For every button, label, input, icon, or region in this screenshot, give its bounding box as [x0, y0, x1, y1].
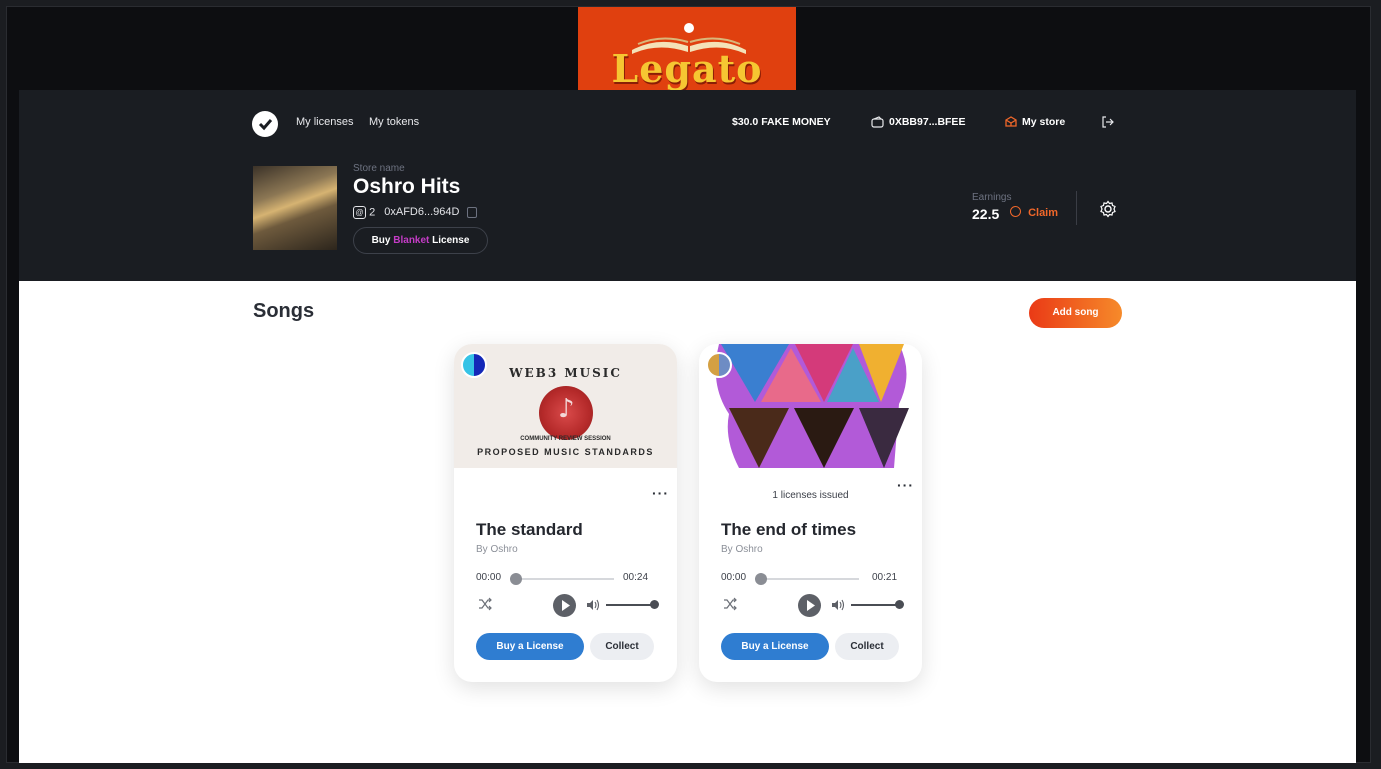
logout-icon[interactable] — [1101, 116, 1114, 128]
add-song-button[interactable]: Add song — [1029, 298, 1122, 328]
song-artist: By Oshro — [721, 544, 763, 555]
songs-heading: Songs — [253, 300, 315, 322]
header-divider — [1076, 191, 1077, 225]
music-note-icon: ♪ — [558, 394, 575, 424]
progress-knob[interactable] — [755, 573, 767, 585]
volume-icon[interactable] — [831, 598, 845, 612]
song-artist: By Oshro — [476, 544, 518, 555]
volume-knob[interactable] — [650, 600, 659, 609]
store-name-label: Store name — [353, 163, 405, 174]
settings-gear-icon[interactable] — [1099, 200, 1117, 218]
collect-button[interactable]: Collect — [590, 633, 654, 660]
progress-slider[interactable] — [755, 573, 859, 585]
buy-blanket-license-button[interactable]: Buy Blanket License — [353, 227, 488, 254]
art-caption: PROPOSED MUSIC STANDARDS — [477, 447, 654, 457]
volume-icon[interactable] — [586, 598, 600, 612]
wallet-icon — [871, 116, 884, 128]
earnings-label: Earnings — [972, 192, 1012, 203]
blanket-suffix: License — [432, 235, 470, 246]
play-button[interactable] — [553, 594, 576, 617]
songs-section — [19, 281, 1356, 763]
progress-knob[interactable] — [510, 573, 522, 585]
legato-logo-icon[interactable] — [252, 111, 278, 137]
song-count: 2 — [369, 206, 376, 219]
store-name: Oshro Hits — [353, 175, 461, 198]
play-icon — [562, 600, 570, 611]
volume-slider[interactable] — [851, 604, 899, 606]
licenses-issued-count: 1 licenses issued — [772, 490, 849, 501]
blanket-highlight: Blanket — [393, 235, 430, 246]
volume-slider[interactable] — [606, 604, 654, 606]
nav-my-store[interactable]: My store — [1022, 116, 1065, 128]
progress-slider[interactable] — [510, 573, 614, 585]
claim-icon — [1010, 206, 1021, 217]
art-subheading: COMMUNITY REVIEW SESSION — [520, 436, 611, 442]
shuffle-icon[interactable] — [723, 597, 737, 611]
copy-icon[interactable] — [466, 207, 477, 218]
nav-my-tokens[interactable]: My tokens — [369, 116, 419, 128]
song-card: ··· 1 licenses issued The end of times B… — [699, 344, 922, 682]
claim-label: Claim — [1028, 207, 1059, 219]
creator-avatar[interactable] — [706, 352, 732, 378]
balance-display: $30.0 FAKE MONEY — [732, 116, 831, 128]
play-button[interactable] — [798, 594, 821, 617]
brand-name: Legato — [611, 46, 763, 91]
play-icon — [807, 600, 815, 611]
song-artwork: ♪ WEB3 MUSIC COMMUNITY REVIEW SESSION PR… — [454, 344, 677, 468]
song-title: The standard — [476, 520, 583, 539]
song-card: ♪ WEB3 MUSIC COMMUNITY REVIEW SESSION PR… — [454, 344, 677, 682]
earnings-value: 22.5 — [972, 206, 1000, 222]
collect-button[interactable]: Collect — [835, 633, 899, 660]
time-elapsed: 00:00 — [476, 572, 502, 583]
more-options-icon[interactable]: ··· — [652, 485, 669, 501]
collage-artwork — [715, 344, 909, 468]
buy-license-button[interactable]: Buy a License — [476, 633, 584, 660]
volume-knob[interactable] — [895, 600, 904, 609]
token-icon: @ — [353, 206, 366, 219]
art-heading: WEB3 MUSIC — [509, 366, 622, 380]
store-address: 0xAFD6...964D — [384, 206, 460, 219]
claim-button[interactable]: Claim — [1010, 206, 1058, 219]
buy-license-button[interactable]: Buy a License — [721, 633, 829, 660]
time-elapsed: 00:00 — [721, 572, 747, 583]
wallet-address[interactable]: 0XBB97...BFEE — [889, 116, 965, 128]
store-cover-image — [253, 166, 337, 250]
song-title: The end of times — [721, 520, 857, 539]
time-total: 00:24 — [623, 572, 649, 583]
time-total: 00:21 — [872, 572, 898, 583]
shuffle-icon[interactable] — [478, 597, 492, 611]
store-icon — [1005, 116, 1017, 127]
store-meta: @ 2 0xAFD6...964D — [353, 206, 477, 219]
song-artwork — [699, 344, 922, 468]
creator-avatar[interactable] — [461, 352, 487, 378]
blanket-prefix: Buy — [371, 235, 391, 246]
nav-my-licenses[interactable]: My licenses — [296, 116, 353, 128]
